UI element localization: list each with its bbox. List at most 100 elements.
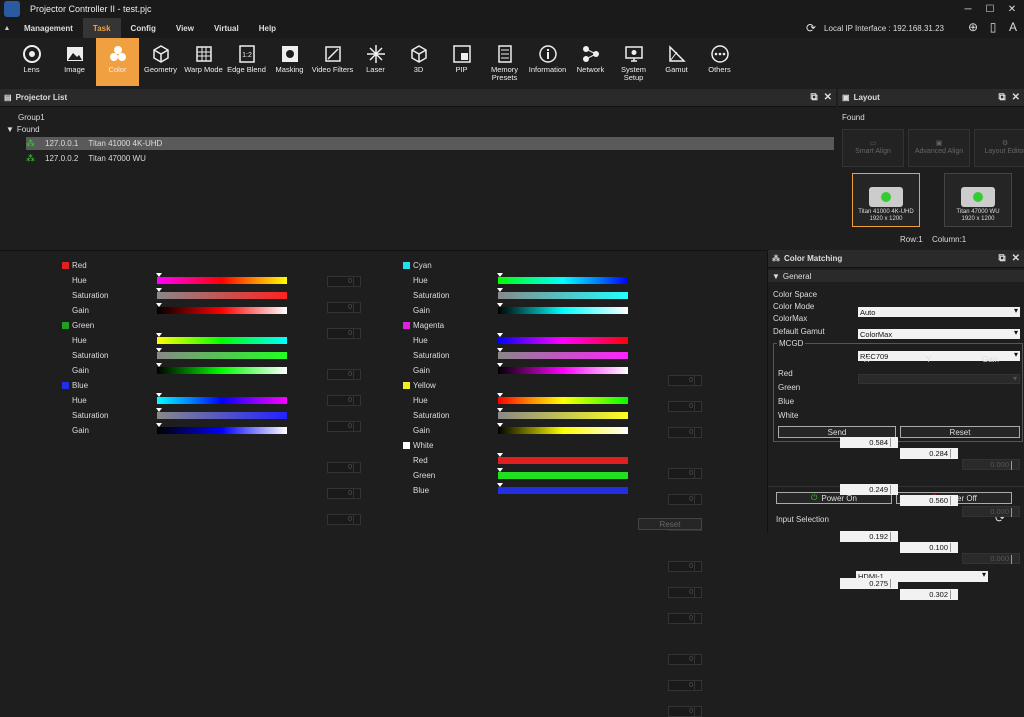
tool-laser[interactable]: Laser <box>354 38 397 86</box>
color-slider[interactable] <box>157 397 287 404</box>
mcgd-y-input[interactable]: 0.100 <box>900 542 958 553</box>
mcgd-reset-button[interactable]: Reset <box>900 426 1020 438</box>
menu-view[interactable]: View <box>166 18 204 38</box>
value-spinbox[interactable]: 0 <box>668 561 702 572</box>
tool-edge-blend[interactable]: 1:2 Edge Blend <box>225 38 268 86</box>
color-slider[interactable] <box>157 412 287 419</box>
value-spinbox[interactable]: 0 <box>668 494 702 505</box>
color-slider[interactable] <box>498 337 628 344</box>
color-slider[interactable] <box>498 397 628 404</box>
mcgd-gain-input[interactable]: 0.000 <box>962 506 1020 517</box>
menu-management[interactable]: Management <box>14 18 83 38</box>
value-spinbox[interactable]: 0 <box>327 302 361 313</box>
value-spinbox[interactable]: 0 <box>327 462 361 473</box>
value-spinbox[interactable]: 0 <box>668 587 702 598</box>
color-slider[interactable] <box>498 352 628 359</box>
close-icon[interactable]: ✕ <box>1004 2 1020 16</box>
font-icon[interactable]: A <box>1006 20 1020 34</box>
layout-projector-card[interactable]: Titan 47000 WU 1920 x 1200 <box>944 173 1012 227</box>
globe-icon[interactable]: ⊕ <box>966 20 980 34</box>
tool-lens[interactable]: Lens <box>10 38 53 86</box>
value-spinbox[interactable]: 0 <box>668 706 702 717</box>
color-slider[interactable] <box>498 457 628 464</box>
menu-task[interactable]: Task <box>82 18 121 38</box>
found-node[interactable]: ▼ Found <box>6 125 40 134</box>
tool-video-filters[interactable]: Video Filters <box>311 38 354 86</box>
value-spinbox[interactable]: 0 <box>327 488 361 499</box>
group-label[interactable]: Group1 <box>18 113 45 122</box>
tool-3d[interactable]: 3D <box>397 38 440 86</box>
tool-masking[interactable]: Masking <box>268 38 311 86</box>
color-slider[interactable] <box>498 412 628 419</box>
tool-image[interactable]: Image <box>53 38 96 86</box>
value-spinbox[interactable]: 0 <box>327 276 361 287</box>
panel-toggle-icon[interactable]: ▯ <box>986 20 1000 34</box>
color-slider[interactable] <box>157 427 287 434</box>
color-slider[interactable] <box>157 337 287 344</box>
tool-memory-presets[interactable]: Memory Presets <box>483 38 526 86</box>
value-spinbox[interactable]: 0 <box>327 514 361 525</box>
tool-color[interactable]: Color <box>96 38 139 86</box>
value-spinbox[interactable]: 0 <box>668 654 702 665</box>
value-spinbox[interactable]: 0 <box>327 421 361 432</box>
color-slider[interactable] <box>498 487 628 494</box>
color-slider[interactable] <box>498 427 628 434</box>
refresh-icon[interactable]: ⟳ <box>804 21 818 35</box>
color-slider[interactable] <box>157 367 287 374</box>
tool-gamut[interactable]: Gamut <box>655 38 698 86</box>
maximize-icon[interactable]: ☐ <box>982 2 998 16</box>
tool-information[interactable]: Information <box>526 38 569 86</box>
mcgd-gain-input[interactable]: 0.000 <box>962 459 1020 470</box>
tool-geometry[interactable]: Geometry <box>139 38 182 86</box>
color-space-select[interactable]: Auto <box>858 306 1020 317</box>
tool-network[interactable]: Network <box>569 38 612 86</box>
menu-help[interactable]: Help <box>249 18 286 38</box>
color-slider[interactable] <box>157 352 287 359</box>
tool-pip[interactable]: PIP <box>440 38 483 86</box>
tool-warp-mode[interactable]: Warp Mode <box>182 38 225 86</box>
float-icon[interactable]: ⧉ <box>810 92 817 103</box>
value-spinbox[interactable]: 0 <box>327 395 361 406</box>
advanced-align-button[interactable]: ▣ Advanced Align <box>908 129 970 167</box>
projector-row[interactable]: ⁂ 127.0.0.1 Titan 41000 4K-UHD <box>26 137 834 150</box>
menu-collapse-icon[interactable]: ▲ <box>0 25 14 32</box>
mcgd-x-input[interactable]: 0.275 <box>840 578 898 589</box>
color-slider[interactable] <box>498 307 628 314</box>
color-slider[interactable] <box>157 307 287 314</box>
close-panel-icon[interactable]: ✕ <box>1012 92 1020 103</box>
value-spinbox[interactable]: 0 <box>668 468 702 479</box>
tool-system-setup[interactable]: System Setup <box>612 38 655 86</box>
mcgd-y-input[interactable]: 0.302 <box>900 589 958 600</box>
value-spinbox[interactable]: 0 <box>668 680 702 691</box>
layout-projector-card[interactable]: Titan 41000 4K-UHD 1920 x 1200 <box>852 173 920 227</box>
color-slider[interactable] <box>498 367 628 374</box>
mcgd-x-input[interactable]: 0.584 <box>840 437 898 448</box>
value-spinbox[interactable]: 0 <box>327 328 361 339</box>
float-icon[interactable]: ⧉ <box>998 253 1005 264</box>
value-spinbox[interactable]: 0 <box>327 369 361 380</box>
color-slider[interactable] <box>498 277 628 284</box>
value-spinbox[interactable]: 0 <box>668 613 702 624</box>
color-slider[interactable] <box>157 277 287 284</box>
menu-virtual[interactable]: Virtual <box>204 18 249 38</box>
layout-editor-button[interactable]: ⚙ Layout Editor <box>974 129 1024 167</box>
close-panel-icon[interactable]: ✕ <box>1012 253 1020 264</box>
smart-align-button[interactable]: ▭ Smart Align <box>842 129 904 167</box>
color-reset-button[interactable]: Reset <box>638 518 702 530</box>
color-slider[interactable] <box>157 292 287 299</box>
value-spinbox[interactable]: 0 <box>668 375 702 386</box>
mcgd-y-input[interactable]: 0.284 <box>900 448 958 459</box>
mcgd-gain-input[interactable]: 0.000 <box>962 553 1020 564</box>
projector-row[interactable]: ⁂ 127.0.0.2 Titan 47000 WU <box>26 152 834 165</box>
tool-others[interactable]: Others <box>698 38 741 86</box>
mcgd-y-input[interactable]: 0.560 <box>900 495 958 506</box>
color-slider[interactable] <box>498 292 628 299</box>
float-icon[interactable]: ⧉ <box>998 92 1005 103</box>
value-spinbox[interactable]: 0 <box>668 427 702 438</box>
menu-config[interactable]: Config <box>121 18 166 38</box>
close-panel-icon[interactable]: ✕ <box>824 92 832 103</box>
mcgd-x-input[interactable]: 0.192 <box>840 531 898 542</box>
general-section[interactable]: ▼ General <box>768 270 1024 282</box>
color-slider[interactable] <box>498 472 628 479</box>
mcgd-x-input[interactable]: 0.249 <box>840 484 898 495</box>
